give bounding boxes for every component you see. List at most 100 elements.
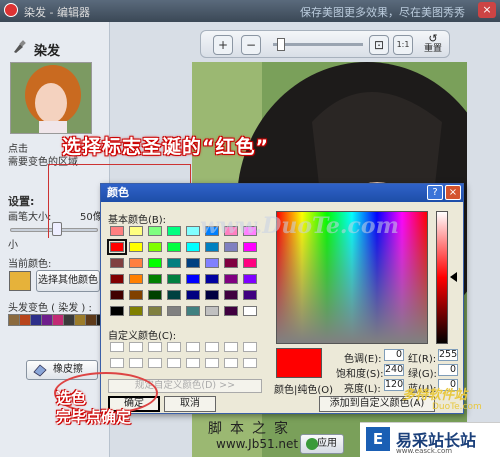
basic-color-swatch[interactable]	[243, 274, 257, 284]
watermark-duote-corner: 多特软件站	[402, 388, 468, 403]
window-hint: 保存美图更多效果，尽在美图秀秀	[300, 6, 465, 19]
basic-color-swatch[interactable]	[205, 258, 219, 268]
basic-color-swatch[interactable]	[129, 290, 143, 300]
annotation-line	[48, 164, 49, 238]
basic-color-swatch[interactable]	[110, 226, 124, 236]
basic-color-swatch[interactable]	[129, 258, 143, 268]
basic-color-swatch[interactable]	[243, 290, 257, 300]
basic-color-swatch[interactable]	[167, 226, 181, 236]
green-field[interactable]: 0	[438, 364, 458, 376]
dialog-close-button[interactable]: ×	[445, 185, 461, 200]
zoom-in-button[interactable]: +	[213, 35, 233, 55]
saturation-label: 饱和度(S):	[336, 369, 384, 380]
basic-color-swatch[interactable]	[186, 274, 200, 284]
basic-color-swatch[interactable]	[129, 226, 143, 236]
basic-color-swatch[interactable]	[186, 258, 200, 268]
pick-other-color-button[interactable]: 选择其他颜色	[36, 270, 100, 292]
custom-color-swatch[interactable]	[224, 342, 238, 352]
luminance-bar[interactable]	[436, 211, 448, 344]
basic-color-swatch[interactable]	[148, 226, 162, 236]
basic-color-swatch[interactable]	[148, 242, 162, 252]
window-close-button[interactable]: ×	[478, 2, 496, 18]
basic-color-swatch[interactable]	[167, 274, 181, 284]
custom-color-swatch[interactable]	[186, 342, 200, 352]
basic-color-swatch[interactable]	[205, 274, 219, 284]
basic-color-swatch[interactable]	[129, 274, 143, 284]
reset-button[interactable]: ↺ 重置	[419, 33, 447, 57]
basic-color-swatch[interactable]	[243, 258, 257, 268]
annotation-line	[190, 164, 191, 184]
custom-colors-label: 自定义颜色(C):	[108, 331, 177, 342]
basic-color-swatch[interactable]	[167, 258, 181, 268]
custom-color-swatch[interactable]	[167, 342, 181, 352]
zoom-toolbar: + − ⊡ 1:1 ↺ 重置	[200, 30, 450, 58]
basic-color-swatch[interactable]	[148, 274, 162, 284]
saturation-field[interactable]: 240	[384, 364, 404, 376]
custom-color-swatch[interactable]	[110, 342, 124, 352]
custom-color-swatch[interactable]	[186, 358, 200, 368]
custom-color-swatch[interactable]	[205, 342, 219, 352]
brush-size-slider-thumb[interactable]	[52, 222, 62, 236]
custom-color-swatch[interactable]	[148, 342, 162, 352]
basic-color-swatch[interactable]	[167, 306, 181, 316]
source-photo	[10, 62, 92, 134]
basic-color-swatch[interactable]	[224, 290, 238, 300]
dialog-title: 颜色	[107, 186, 129, 199]
watermark-duote: www.DuoTe.com	[200, 213, 399, 239]
brand-banner: E 易采站长站 www.easck.com	[360, 422, 500, 457]
custom-color-swatch[interactable]	[224, 358, 238, 368]
basic-color-swatch[interactable]	[186, 226, 200, 236]
brand-url: www.easck.com	[396, 447, 453, 455]
basic-color-swatch[interactable]	[186, 306, 200, 316]
basic-color-swatch[interactable]	[186, 242, 200, 252]
basic-color-swatch[interactable]	[167, 290, 181, 300]
basic-color-swatch[interactable]	[224, 242, 238, 252]
basic-color-swatch[interactable]	[110, 306, 124, 316]
basic-color-swatch[interactable]	[167, 242, 181, 252]
actual-size-button[interactable]: 1:1	[393, 35, 413, 55]
basic-color-swatch[interactable]	[148, 258, 162, 268]
basic-color-swatch[interactable]	[107, 239, 127, 255]
custom-color-swatch[interactable]	[205, 358, 219, 368]
current-color-swatch	[9, 271, 31, 291]
hue-field[interactable]: 0	[384, 349, 404, 361]
luminance-label: 亮度(L):	[344, 384, 381, 395]
basic-color-swatch[interactable]	[148, 290, 162, 300]
luminance-field[interactable]: 120	[384, 379, 404, 391]
basic-color-swatch[interactable]	[224, 274, 238, 284]
custom-color-swatch[interactable]	[110, 358, 124, 368]
cancel-button[interactable]: 取消	[164, 396, 216, 412]
fit-window-button[interactable]: ⊡	[369, 35, 389, 55]
basic-color-swatch[interactable]	[224, 258, 238, 268]
basic-color-swatch[interactable]	[243, 242, 257, 252]
basic-color-swatch[interactable]	[243, 306, 257, 316]
zoom-slider-thumb[interactable]	[277, 38, 285, 51]
basic-color-swatch[interactable]	[148, 306, 162, 316]
basic-color-swatch[interactable]	[224, 306, 238, 316]
current-color-label: 当前颜色:	[8, 259, 52, 270]
basic-color-swatch[interactable]	[129, 306, 143, 316]
basic-color-swatch[interactable]	[110, 274, 124, 284]
custom-color-swatch[interactable]	[129, 342, 143, 352]
basic-color-swatch[interactable]	[129, 242, 143, 252]
eraser-button-label: 橡皮擦	[53, 364, 83, 375]
custom-color-swatch[interactable]	[148, 358, 162, 368]
custom-color-swatch[interactable]	[167, 358, 181, 368]
basic-color-swatch[interactable]	[205, 306, 219, 316]
basic-colors-label: 基本颜色(B):	[108, 215, 167, 226]
basic-color-swatch[interactable]	[205, 242, 219, 252]
basic-color-swatch[interactable]	[186, 290, 200, 300]
red-field[interactable]: 255	[438, 349, 458, 361]
basic-color-swatch[interactable]	[110, 258, 124, 268]
custom-color-swatch[interactable]	[129, 358, 143, 368]
zoom-slider[interactable]	[273, 43, 363, 46]
red-label: 红(R):	[408, 354, 437, 365]
luminance-arrow-icon[interactable]	[450, 272, 457, 282]
basic-color-swatch[interactable]	[205, 290, 219, 300]
dialog-help-button[interactable]: ?	[427, 185, 443, 200]
custom-color-swatch[interactable]	[243, 342, 257, 352]
watermark-duote-corner-url: DuoTe.com	[432, 402, 482, 412]
zoom-out-button[interactable]: −	[241, 35, 261, 55]
custom-color-swatch[interactable]	[243, 358, 257, 368]
basic-color-swatch[interactable]	[110, 290, 124, 300]
